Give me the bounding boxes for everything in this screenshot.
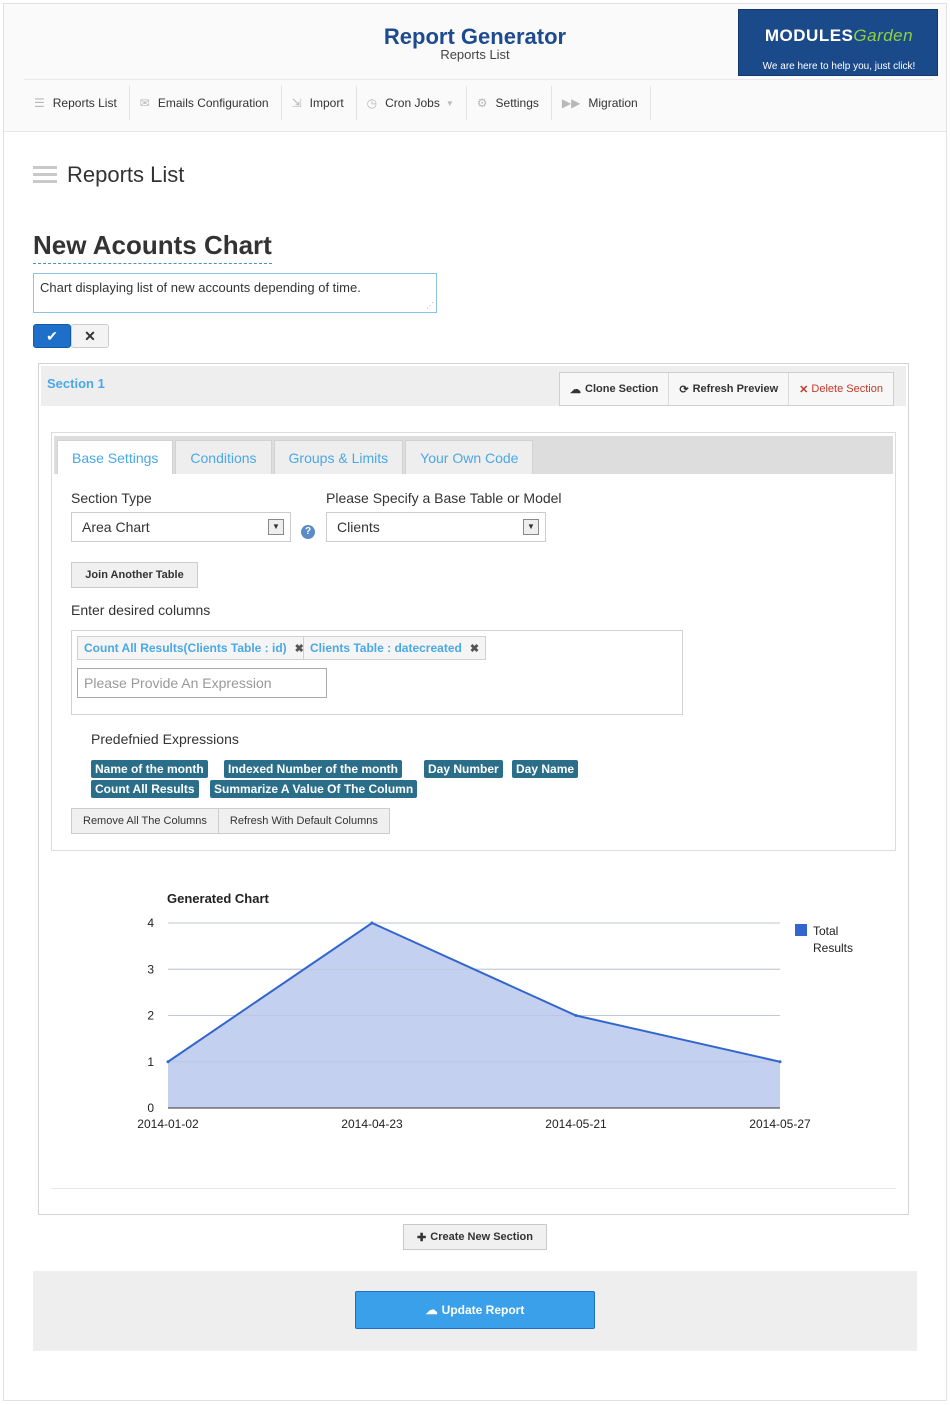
- legend-label: Total: [813, 924, 838, 938]
- predefined-label: Predefnied Expressions: [91, 731, 239, 747]
- base-table-label: Please Specify a Base Table or Model: [326, 490, 562, 506]
- expression-badge[interactable]: Day Number: [424, 760, 503, 778]
- refresh-preview-button[interactable]: ⟳ Refresh Preview: [669, 373, 790, 405]
- list-icon: [33, 166, 57, 184]
- top-bar: Report Generator Reports List MODULESGar…: [4, 4, 946, 132]
- clock-icon: ◷: [366, 96, 378, 110]
- nav-item-migration[interactable]: ▶▶ Migration: [552, 86, 651, 120]
- data-point: [370, 921, 374, 925]
- close-icon: ✕: [84, 328, 96, 344]
- join-table-button[interactable]: Join Another Table: [71, 562, 198, 588]
- legend-swatch: [795, 924, 807, 936]
- y-tick-label: 0: [147, 1101, 154, 1115]
- tab-your-own-code[interactable]: Your Own Code: [405, 440, 534, 474]
- nav-item-cron-jobs[interactable]: ◷ Cron Jobs ▼: [357, 86, 467, 120]
- close-icon[interactable]: ✖: [470, 642, 479, 655]
- section-card: Section 1 ☁ Clone Section ⟳ Refresh Previe…: [38, 363, 909, 1215]
- description-textarea[interactable]: Chart displaying list of new accounts de…: [33, 273, 437, 313]
- section-header: Section 1 ☁ Clone Section ⟳ Refresh Previe…: [41, 366, 906, 406]
- page-heading: Reports List: [33, 162, 184, 188]
- section-type-select[interactable]: Area Chart ▼: [71, 512, 291, 542]
- expression-badge[interactable]: Name of the month: [91, 760, 208, 778]
- cloud-icon: ☁: [570, 383, 581, 396]
- report-title-editable[interactable]: New Acounts Chart: [33, 230, 272, 264]
- data-point: [166, 1060, 170, 1064]
- clone-section-button[interactable]: ☁ Clone Section: [560, 373, 670, 405]
- chart-svg: 0 1 2 3 4 2014-01-02 2014-04-23 2014-05-21 2014-…: [137, 916, 853, 1131]
- close-icon: ✕: [799, 383, 809, 396]
- columns-box: Count All Results(Clients Table : id) ✖ C…: [71, 630, 683, 715]
- delete-section-button[interactable]: ✕ Delete Section: [789, 373, 893, 405]
- columns-label: Enter desired columns: [71, 602, 211, 618]
- x-tick-label: 2014-01-02: [137, 1117, 199, 1131]
- checkmark-icon: ✔: [46, 328, 58, 344]
- expression-badge[interactable]: Day Name: [512, 760, 579, 778]
- generated-chart: Generated Chart 0 1 2 3 4 2014-01-02 2014-04-2…: [53, 879, 893, 1149]
- tab-base-settings[interactable]: Base Settings: [57, 440, 174, 474]
- x-tick-label: 2014-04-23: [341, 1117, 403, 1131]
- cancel-button[interactable]: ✕: [71, 324, 109, 348]
- chevron-down-icon: ▼: [445, 98, 454, 108]
- column-chip: Count All Results(Clients Table : id) ✖: [77, 636, 311, 660]
- tab-conditions[interactable]: Conditions: [175, 440, 272, 474]
- nav-item-import[interactable]: ⇲ Import: [282, 86, 357, 120]
- base-table-select[interactable]: Clients ▼: [326, 512, 546, 542]
- y-tick-label: 2: [147, 1009, 154, 1023]
- chevron-down-icon: ▼: [523, 519, 539, 535]
- refresh-icon: ⟳: [679, 383, 689, 396]
- data-point: [574, 1014, 578, 1017]
- resize-grip-icon[interactable]: ⋰: [426, 301, 434, 310]
- section-title[interactable]: Section 1: [47, 376, 105, 391]
- main-nav: ☰ Reports List ✉ Emails Configuration ⇲ Imp…: [24, 86, 651, 120]
- help-icon[interactable]: ?: [301, 525, 315, 539]
- expression-input[interactable]: Please Provide An Expression: [77, 668, 327, 698]
- x-tick-label: 2014-05-21: [545, 1117, 607, 1131]
- brand-tagline: We are here to help you, just click!: [762, 61, 916, 72]
- y-tick-label: 4: [147, 916, 154, 930]
- envelope-icon: ✉: [139, 96, 150, 110]
- cloud-icon: ☁: [425, 1303, 438, 1317]
- y-tick-label: 3: [147, 962, 154, 976]
- nav-item-settings[interactable]: ⚙ Settings: [467, 86, 552, 120]
- import-icon: ⇲: [291, 96, 302, 110]
- expression-badge[interactable]: Count All Results: [91, 780, 199, 798]
- create-section-button[interactable]: ✚ Create New Section: [403, 1224, 547, 1250]
- settings-panel: Base Settings Conditions Groups & Limits…: [51, 432, 896, 851]
- tab-groups-limits[interactable]: Groups & Limits: [273, 440, 404, 474]
- nav-item-emails-configuration[interactable]: ✉ Emails Configuration: [130, 86, 282, 120]
- nav-item-reports-list[interactable]: ☰ Reports List: [24, 86, 130, 120]
- refresh-columns-button[interactable]: Refresh With Default Columns: [219, 809, 389, 833]
- expression-badge[interactable]: Summarize A Value Of The Column: [210, 780, 418, 798]
- column-chip: Clients Table : datecreated ✖: [303, 636, 487, 660]
- chevron-down-icon: ▼: [268, 519, 284, 535]
- gears-icon: ⚙: [476, 96, 488, 110]
- brand-banner[interactable]: MODULESGarden We are here to help you, j…: [738, 9, 938, 76]
- x-tick-label: 2014-05-27: [749, 1117, 811, 1131]
- data-point: [778, 1060, 782, 1064]
- list-icon: ☰: [34, 96, 45, 110]
- chart-title: Generated Chart: [167, 891, 269, 906]
- app-frame: Report Generator Reports List MODULESGar…: [3, 3, 947, 1401]
- section-type-label: Section Type: [71, 490, 152, 506]
- settings-tabs: Base Settings Conditions Groups & Limits…: [54, 436, 893, 474]
- confirm-button[interactable]: ✔: [33, 324, 71, 348]
- page-title: Reports List: [67, 162, 185, 187]
- chart-divider: [51, 1188, 896, 1189]
- update-report-button[interactable]: ☁ Update Report: [355, 1291, 595, 1329]
- column-actions: Remove All The Columns Refresh With Defa…: [71, 808, 390, 834]
- y-tick-label: 1: [147, 1055, 154, 1069]
- section-actions: ☁ Clone Section ⟳ Refresh Preview ✕ Delete …: [559, 372, 894, 406]
- expression-badge[interactable]: Indexed Number of the month: [224, 760, 403, 778]
- forward-icon: ▶▶: [561, 96, 581, 110]
- remove-columns-button[interactable]: Remove All The Columns: [72, 809, 219, 833]
- footer-bar: ☁ Update Report: [33, 1271, 917, 1351]
- nav-divider: [24, 79, 934, 80]
- plus-icon: ✚: [417, 1231, 427, 1244]
- brand-logo: MODULESGarden: [764, 26, 914, 45]
- legend-label: Results: [813, 941, 853, 955]
